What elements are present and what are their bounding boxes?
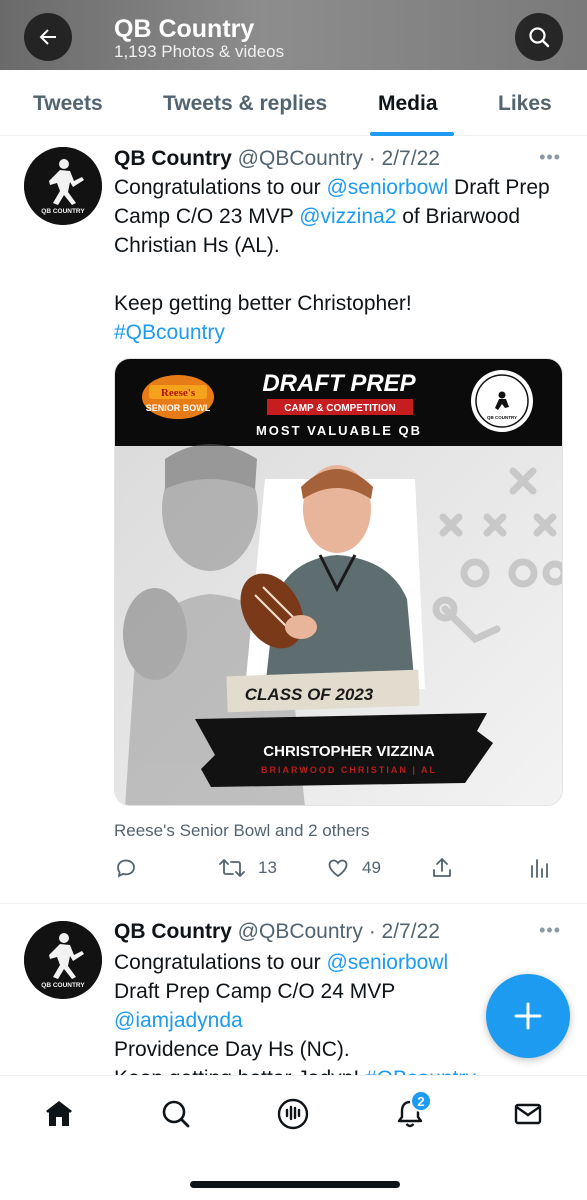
text-segment: Congratulations to our (114, 951, 327, 974)
nav-home[interactable] (39, 1094, 79, 1134)
text-line: Keep getting better Jadyn! (114, 1067, 365, 1075)
analytics-icon (531, 859, 548, 878)
like-count: 49 (362, 858, 381, 877)
svg-text:QB COUNTRY: QB COUNTRY (487, 415, 517, 420)
headline-text: DRAFT PREP (262, 370, 416, 397)
player-name: CHRISTOPHER VIZZINA (263, 743, 435, 760)
ribbon-text: CAMP & COMPETITION (284, 403, 395, 414)
nav-explore[interactable] (156, 1094, 196, 1134)
tab-likes[interactable]: Likes (498, 92, 552, 116)
search-icon (162, 1100, 190, 1128)
tab-media[interactable]: Media (378, 92, 438, 116)
share-button[interactable] (430, 856, 454, 880)
class-label: CLASS OF 2023 (245, 685, 374, 704)
svg-text:SENIOR BOWL: SENIOR BOWL (146, 403, 211, 413)
profile-tabs: Tweets Tweets & replies Media Likes (0, 70, 587, 136)
separator: · (362, 920, 382, 943)
qb-country-logo-icon: QB COUNTRY (24, 921, 102, 999)
avatar-text: QB COUNTRY (41, 982, 85, 989)
author-name[interactable]: QB Country (114, 920, 232, 943)
search-icon (529, 27, 550, 48)
avatar[interactable]: QB COUNTRY (24, 147, 102, 225)
profile-header: QB Country 1,193 Photos & videos (0, 0, 587, 70)
media-count: 1,193 Photos & videos (114, 42, 285, 61)
tweet-date: 2/7/22 (381, 920, 440, 943)
reply-icon (117, 859, 135, 878)
profile-title: QB Country (114, 15, 255, 43)
tweet-text: Congratulations to our @seniorbowl Draft… (114, 173, 564, 260)
nav-notifications[interactable]: 2 (390, 1090, 432, 1134)
mention-link[interactable]: @vizzina2 (299, 205, 396, 228)
text-segment: Draft Prep Camp C/O 24 MVP (114, 980, 395, 1003)
tweet-text: Congratulations to our @seniorbowl Draft… (114, 948, 484, 1064)
nav-spaces[interactable] (273, 1094, 313, 1134)
compose-tweet-button[interactable] (486, 974, 570, 1058)
plus-icon (514, 1002, 542, 1030)
author-handle: @QBCountry (237, 920, 363, 943)
retweet-button[interactable]: 13 (218, 856, 277, 880)
like-button[interactable]: 49 (326, 856, 381, 880)
subhead-text: MOST VALUABLE QB (256, 423, 422, 438)
avatar-text: QB COUNTRY (41, 208, 85, 215)
messages-icon (514, 1103, 542, 1125)
analytics-button[interactable] (528, 856, 552, 880)
tab-tweets-replies[interactable]: Tweets & replies (163, 92, 327, 116)
tweet-text-2: Keep getting better Jadyn! #QBcountry (114, 1064, 564, 1075)
tagged-users-link[interactable]: Reese's Senior Bowl and 2 others (114, 821, 370, 841)
tweet-header: QB Country @QBCountry · 2/7/22 (114, 147, 440, 171)
player-school: BRIARWOOD CHRISTIAN | AL (261, 765, 437, 775)
author-handle: @QBCountry (237, 147, 363, 170)
active-tab-indicator (370, 132, 454, 136)
tweet[interactable]: QB COUNTRY QB Country @QBCountry · 2/7/2… (0, 137, 587, 903)
mention-link[interactable]: @seniorbowl (326, 176, 448, 199)
qb-country-logo-icon: QB COUNTRY (24, 147, 102, 225)
mention-link[interactable]: @seniorbowl (326, 951, 448, 974)
retweet-icon (219, 859, 245, 877)
more-options-icon[interactable]: ••• (539, 147, 561, 168)
text-line: Keep getting better Christopher! (114, 292, 412, 315)
spaces-icon (277, 1098, 309, 1130)
arrow-left-icon (39, 29, 56, 45)
heart-icon (328, 859, 348, 878)
qb-country-badge: QB COUNTRY (471, 370, 533, 432)
tweet-header: QB Country @QBCountry · 2/7/22 (114, 920, 440, 944)
reply-button[interactable] (114, 856, 138, 880)
senior-bowl-logo: Reese's SENIOR BOWL (142, 375, 214, 419)
hashtag-link[interactable]: #QBcountry (365, 1067, 476, 1075)
back-button[interactable] (24, 13, 72, 61)
separator: · (362, 147, 382, 170)
tweet-actions: 13 49 (114, 856, 554, 884)
author-name[interactable]: QB Country (114, 147, 232, 170)
notification-badge: 2 (410, 1090, 432, 1112)
mention-link[interactable]: @iamjadynda (114, 1009, 243, 1032)
svg-text:Reese's: Reese's (161, 387, 196, 399)
text-segment: Providence Day Hs (NC). (114, 1038, 350, 1061)
tweet-media-image[interactable]: Reese's SENIOR BOWL DRAFT PREP CAMP & CO… (114, 358, 563, 806)
nav-messages[interactable] (508, 1094, 548, 1134)
retweet-count: 13 (258, 858, 277, 877)
home-indicator (190, 1181, 400, 1188)
tweet-date: 2/7/22 (381, 147, 440, 170)
hashtag-link[interactable]: #QBcountry (114, 318, 564, 347)
draft-prep-graphic: Reese's SENIOR BOWL DRAFT PREP CAMP & CO… (115, 359, 562, 805)
text-segment: Congratulations to our (114, 176, 327, 199)
tweet-text-2: Keep getting better Christopher! #QBcoun… (114, 289, 564, 347)
search-button[interactable] (515, 13, 563, 61)
tab-tweets[interactable]: Tweets (33, 92, 103, 116)
more-options-icon[interactable]: ••• (539, 920, 561, 941)
share-icon (433, 858, 451, 877)
avatar[interactable]: QB COUNTRY (24, 921, 102, 999)
home-icon (46, 1101, 72, 1126)
